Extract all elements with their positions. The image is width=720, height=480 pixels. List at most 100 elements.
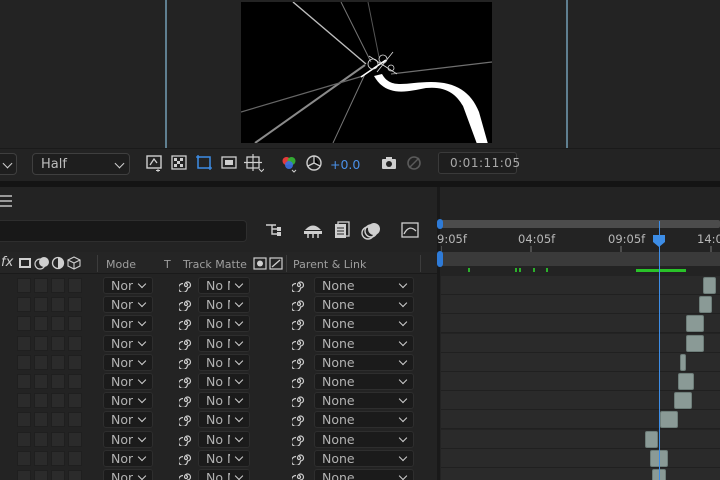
column-divider[interactable]: [420, 255, 421, 272]
playhead-line[interactable]: [659, 221, 660, 480]
layer-track[interactable]: [441, 372, 720, 391]
layer-switch[interactable]: [34, 335, 48, 351]
layer-switch[interactable]: [68, 297, 82, 313]
layer-switch[interactable]: [17, 278, 31, 293]
track-matte-pickwhip-icon[interactable]: [179, 336, 193, 350]
layer-switch[interactable]: [34, 278, 48, 293]
snapshot-icon[interactable]: [145, 153, 163, 173]
adjustment-layer-switch-icon[interactable]: [51, 256, 65, 270]
graph-editor-icon[interactable]: [400, 221, 420, 239]
exposure-value[interactable]: +0.0: [330, 157, 360, 172]
parent-pickwhip-icon[interactable]: [292, 412, 306, 427]
parent-pickwhip-icon[interactable]: [292, 278, 306, 292]
layer-switch[interactable]: [17, 374, 31, 389]
layer-track[interactable]: [441, 429, 720, 449]
layer-clip[interactable]: [699, 296, 712, 314]
motion-blur-switch-icon[interactable]: [34, 256, 50, 270]
layer-switch[interactable]: [17, 470, 31, 480]
matte-alpha-icon[interactable]: [253, 257, 267, 270]
layer-switch[interactable]: [51, 450, 65, 466]
layer-clip[interactable]: [703, 277, 716, 294]
parent-pickwhip-icon[interactable]: [292, 470, 306, 480]
work-area-start-handle[interactable]: [437, 251, 443, 267]
layer-switch[interactable]: [51, 316, 65, 332]
track-matte-pickwhip-icon[interactable]: [179, 374, 193, 388]
track-matte-pickwhip-icon[interactable]: [179, 297, 193, 312]
frame-blending-icon[interactable]: [332, 220, 352, 240]
layer-mode-dropdown[interactable]: Norm: [103, 392, 153, 410]
track-matte-pickwhip-icon[interactable]: [179, 278, 193, 292]
layer-switch[interactable]: [17, 297, 31, 313]
layer-switch[interactable]: [34, 374, 48, 389]
layer-clip[interactable]: [645, 430, 658, 448]
guide-line-left[interactable]: [165, 0, 167, 148]
mode-column-label[interactable]: Mode: [106, 258, 136, 271]
transparency-grid-icon[interactable]: [170, 153, 188, 173]
layer-track[interactable]: [441, 295, 720, 315]
layer-switch[interactable]: [51, 431, 65, 447]
layer-clip[interactable]: [686, 334, 704, 352]
layer-switch[interactable]: [51, 278, 65, 293]
layer-switch[interactable]: [17, 393, 31, 409]
layer-mode-dropdown[interactable]: Norm: [103, 430, 153, 448]
layer-track[interactable]: [441, 352, 720, 372]
track-matte-dropdown[interactable]: No Matte: [198, 277, 250, 294]
layer-switch[interactable]: [68, 470, 82, 480]
grid-guides-icon[interactable]: [244, 153, 264, 173]
matte-invert-icon[interactable]: [269, 257, 283, 270]
layer-mode-dropdown[interactable]: Norm: [103, 334, 153, 352]
time-navigator-bar[interactable]: [441, 220, 720, 228]
parent-dropdown[interactable]: None: [314, 449, 414, 467]
layer-row[interactable]: Norm No Matte None: [0, 276, 437, 295]
layer-track[interactable]: [441, 314, 720, 334]
parent-pickwhip-icon[interactable]: [292, 432, 306, 446]
layer-row[interactable]: Norm No Matte None: [0, 353, 437, 372]
layer-switch[interactable]: [51, 412, 65, 428]
layer-switch[interactable]: [68, 335, 82, 351]
column-divider[interactable]: [97, 255, 98, 272]
show-snapshot-icon[interactable]: [404, 153, 424, 173]
layer-mode-dropdown[interactable]: Norm: [103, 277, 153, 294]
layer-row[interactable]: Norm No Matte None: [0, 449, 437, 468]
layer-switch[interactable]: [68, 431, 82, 447]
current-time-display[interactable]: 0:01:11:05: [438, 152, 520, 174]
track-matte-dropdown[interactable]: No Matte: [198, 449, 250, 467]
time-navigator-start-handle[interactable]: [437, 219, 443, 229]
parent-dropdown[interactable]: None: [314, 353, 414, 371]
marker[interactable]: [515, 268, 517, 272]
3d-layer-switch-icon[interactable]: [67, 256, 81, 270]
guide-line-right[interactable]: [566, 0, 568, 148]
parent-pickwhip-icon[interactable]: [292, 451, 306, 465]
composition-frame[interactable]: [241, 2, 492, 143]
layer-switch[interactable]: [51, 354, 65, 370]
layer-switch[interactable]: [17, 431, 31, 447]
composition-viewer[interactable]: [0, 0, 720, 148]
layer-mode-dropdown[interactable]: Norm: [103, 469, 153, 480]
layer-mode-dropdown[interactable]: Norm: [103, 296, 153, 314]
parent-link-column-label[interactable]: Parent & Link: [293, 258, 366, 271]
resolution-dropdown[interactable]: Half: [32, 153, 130, 175]
layer-clip[interactable]: [680, 353, 686, 371]
track-matte-pickwhip-icon[interactable]: [179, 432, 193, 446]
layer-clip[interactable]: [678, 373, 694, 390]
marker[interactable]: [519, 268, 521, 272]
region-of-interest-icon[interactable]: [195, 153, 213, 173]
mask-visibility-icon[interactable]: [220, 153, 238, 173]
layer-switch[interactable]: [34, 316, 48, 332]
playhead-icon[interactable]: [652, 234, 666, 248]
parent-dropdown[interactable]: None: [314, 430, 414, 448]
layer-row[interactable]: Norm No Matte None: [0, 410, 437, 429]
layer-switch[interactable]: [34, 412, 48, 428]
track-matte-pickwhip-icon[interactable]: [179, 412, 193, 427]
motion-blur-icon[interactable]: [360, 221, 382, 241]
layer-switch[interactable]: [68, 374, 82, 389]
track-matte-dropdown[interactable]: No Matte: [198, 296, 250, 314]
layer-row[interactable]: Norm No Matte None: [0, 430, 437, 449]
track-matte-pickwhip-icon[interactable]: [179, 393, 193, 408]
layer-switch[interactable]: [51, 335, 65, 351]
layer-row[interactable]: Norm No Matte None: [0, 295, 437, 314]
track-matte-dropdown[interactable]: No Matte: [198, 411, 250, 429]
layer-switch[interactable]: [17, 412, 31, 428]
preserve-transparency-column-label[interactable]: T: [164, 258, 171, 271]
layer-track[interactable]: [441, 468, 720, 480]
